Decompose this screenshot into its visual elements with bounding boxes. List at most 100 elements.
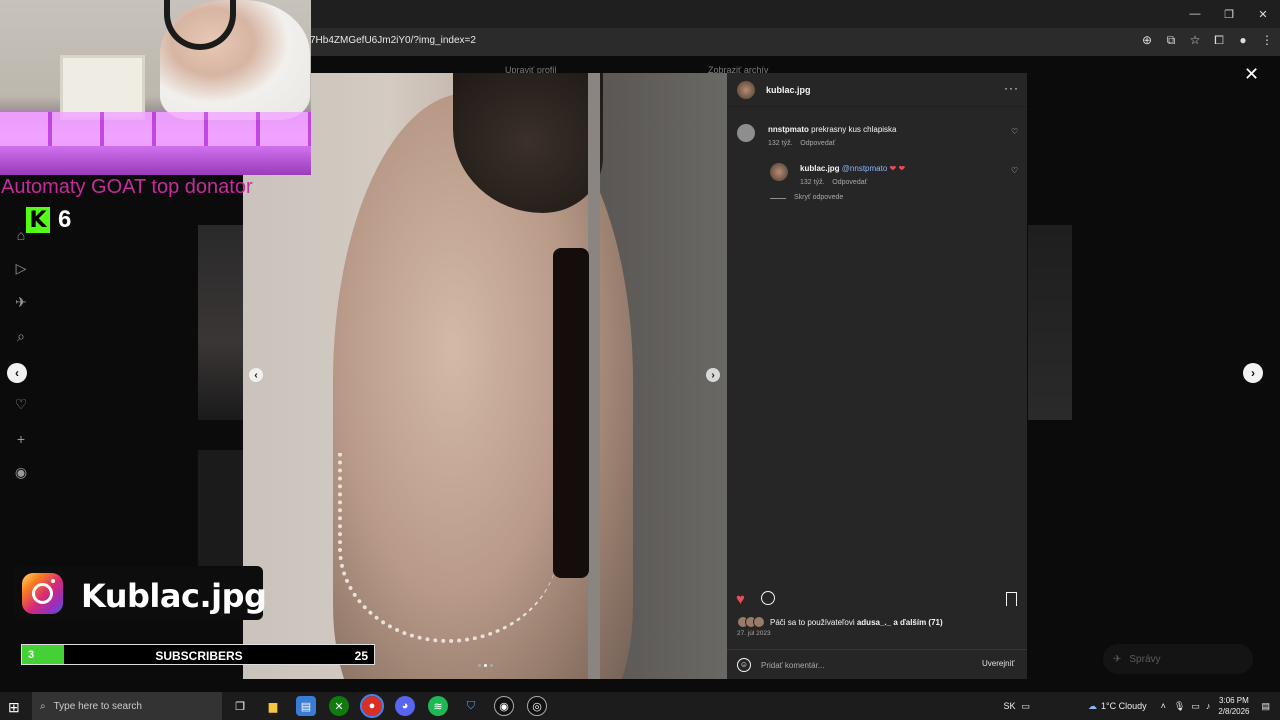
reply-time: 132 týž. <box>800 179 825 186</box>
kick-logo-icon: K <box>26 207 50 233</box>
keyboard-icon[interactable]: ▭ <box>1021 701 1030 712</box>
subscriber-goal-bar: 3 SUBSCRIBERS 25 <box>21 644 375 665</box>
clock-date: 2/8/2026 <box>1218 707 1250 716</box>
taskbar-apps: ❐ ▆ ▤ ✕ ● ◕ ≋ ⛉ ◉ ◎ <box>230 694 547 718</box>
reply-mention[interactable]: @nnstpmato <box>842 164 887 173</box>
next-post-button[interactable]: › <box>1243 363 1263 383</box>
explore-icon[interactable]: ✈ <box>12 294 30 311</box>
comment-composer: ☺ Uverejniť <box>727 649 1027 679</box>
xbox-icon[interactable]: ✕ <box>329 696 349 716</box>
language-indicator[interactable]: SK <box>1003 701 1015 711</box>
previous-post-button[interactable]: ‹ <box>7 363 27 383</box>
github-icon[interactable]: ◎ <box>527 696 547 716</box>
spotify-icon[interactable]: ≋ <box>428 696 448 716</box>
carousel-prev-button[interactable]: ‹ <box>249 368 263 382</box>
save-bookmark-icon[interactable] <box>1006 592 1017 606</box>
comment-username[interactable]: nnstpmato <box>768 125 809 134</box>
photo-phone <box>553 248 589 578</box>
messages-pill[interactable]: ✈ Správy <box>1103 644 1253 674</box>
reply-button[interactable]: Odpovedať <box>832 179 867 186</box>
comment-input[interactable] <box>761 658 961 672</box>
more-options-icon[interactable]: ··· <box>1004 81 1019 95</box>
discord-icon[interactable]: ◕ <box>395 696 415 716</box>
windows-taskbar: ⊞ ⌕ Type here to search ❐ ▆ ▤ ✕ ● ◕ ≋ ⛉ … <box>0 692 1280 720</box>
webcam-window <box>60 55 145 120</box>
minimize-button[interactable]: — <box>1178 0 1212 28</box>
kick-count: 6 <box>58 206 72 233</box>
search-icon[interactable]: ⌕ <box>12 328 30 345</box>
like-comment-icon[interactable]: ♡ <box>1011 127 1018 136</box>
author-avatar[interactable] <box>737 81 755 99</box>
file-explorer-icon[interactable]: ▆ <box>263 696 283 716</box>
comment-icon[interactable] <box>761 591 775 605</box>
photo-necklace <box>338 453 558 643</box>
likers-avatars <box>737 616 767 628</box>
profile-icon[interactable]: ● <box>1236 33 1250 48</box>
subscriber-goal: 25 <box>354 649 368 663</box>
taskbar-search[interactable]: ⌕ Type here to search <box>32 692 222 720</box>
browser-toolbar: ⊕ ⧉ ☆ ⧠ ● ⋮ <box>1140 33 1274 48</box>
reply-hearts: ❤ ❤ <box>889 164 906 173</box>
close-modal-icon[interactable]: ✕ <box>1244 64 1259 85</box>
microphone-icon[interactable]: 🎙 <box>1174 701 1185 712</box>
weather-text[interactable]: 1°C Cloudy <box>1101 701 1147 711</box>
notifications-icon[interactable]: ▤ <box>1261 701 1270 712</box>
reply-avatar[interactable] <box>770 163 788 181</box>
heart-icon[interactable]: ♡ <box>12 396 30 413</box>
close-window-button[interactable]: ✕ <box>1246 0 1280 28</box>
shield-icon[interactable]: ⛉ <box>461 696 481 716</box>
left-nav-rail: ⌂ ▷ ✈ ⌕ ○ ♡ + ◉ <box>12 226 30 481</box>
webcam-overlay <box>0 0 311 175</box>
system-tray: SK ▭ ☁ 1°C Cloudy ˄ 🎙 ▭ ♪ 3:06 PM 2/8/20… <box>1003 692 1280 720</box>
emoji-icon[interactable]: ☺ <box>737 658 751 672</box>
comment-time: 132 týž. <box>768 140 793 147</box>
profile-icon[interactable]: ◉ <box>12 464 30 481</box>
volume-icon[interactable]: ♪ <box>1206 701 1211 711</box>
star-icon[interactable]: ☆ <box>1188 33 1202 48</box>
carousel-next-button[interactable]: › <box>706 368 720 382</box>
store-icon[interactable]: ▤ <box>296 696 316 716</box>
likes-user[interactable]: adusa_._ <box>857 618 891 627</box>
like-heart-icon[interactable]: ♥ <box>736 591 745 608</box>
top-donator-text: Automaty GOAT top donator <box>1 176 253 198</box>
restore-button[interactable]: ❐ <box>1212 0 1246 28</box>
kick-follower-widget: K 6 <box>26 206 71 234</box>
weather-icon[interactable]: ☁ <box>1088 701 1097 712</box>
instagram-logo-icon <box>22 573 63 614</box>
windows-start-icon[interactable]: ⊞ <box>8 699 20 716</box>
create-icon[interactable]: + <box>12 430 30 447</box>
post-header: kublac.jpg ··· <box>727 73 1027 107</box>
messages-label: Správy <box>1129 653 1161 665</box>
extensions-icon[interactable]: ⧠ <box>1212 33 1226 48</box>
post-date: 27. júl 2023 <box>737 630 771 637</box>
hide-replies-button[interactable]: Skryť odpovede <box>794 194 843 201</box>
tray-chevron-icon[interactable]: ˄ <box>1161 701 1166 711</box>
post-photo <box>243 73 727 679</box>
menu-icon[interactable]: ⋮ <box>1260 33 1274 48</box>
reels-icon[interactable]: ▷ <box>12 260 30 277</box>
likes-summary[interactable]: Páči sa to používateľovi adusa_._ a ďalš… <box>770 618 943 627</box>
chrome-icon[interactable]: ● <box>360 694 384 718</box>
network-icon[interactable]: ▭ <box>1191 701 1200 712</box>
like-reply-icon[interactable]: ♡ <box>1011 166 1018 175</box>
author-username[interactable]: kublac.jpg <box>766 85 811 95</box>
reply-button[interactable]: Odpovedať <box>800 140 835 147</box>
comment-body: prekrasny kus chlapiska <box>811 125 897 134</box>
install-icon[interactable]: ⧉ <box>1164 33 1178 48</box>
likes-suffix[interactable]: a ďalším (71) <box>893 618 942 627</box>
taskbar-search-placeholder: Type here to search <box>53 700 142 712</box>
commenter-avatar[interactable] <box>737 124 755 142</box>
subscriber-label: SUBSCRIBERS <box>155 649 243 663</box>
background-thumbnail <box>198 225 244 420</box>
likes-prefix: Páči sa to používateľovi <box>770 618 855 627</box>
taskbar-clock[interactable]: 3:06 PM 2/8/2026 <box>1218 695 1249 717</box>
task-view-icon[interactable]: ❐ <box>230 696 250 716</box>
obs-icon[interactable]: ◉ <box>494 696 514 716</box>
clock-time: 3:06 PM <box>1219 696 1249 705</box>
search-icon: ⌕ <box>40 700 46 712</box>
reply-username[interactable]: kublac.jpg <box>800 164 840 173</box>
publish-button[interactable]: Uverejniť <box>982 659 1014 668</box>
screen: { "browser": { "url_fragment": "7Hb4ZMGe… <box>0 0 1280 720</box>
zoom-icon[interactable]: ⊕ <box>1140 33 1154 48</box>
url-text[interactable]: 7Hb4ZMGefU6Jm2iY0/?img_index=2 <box>310 35 476 46</box>
